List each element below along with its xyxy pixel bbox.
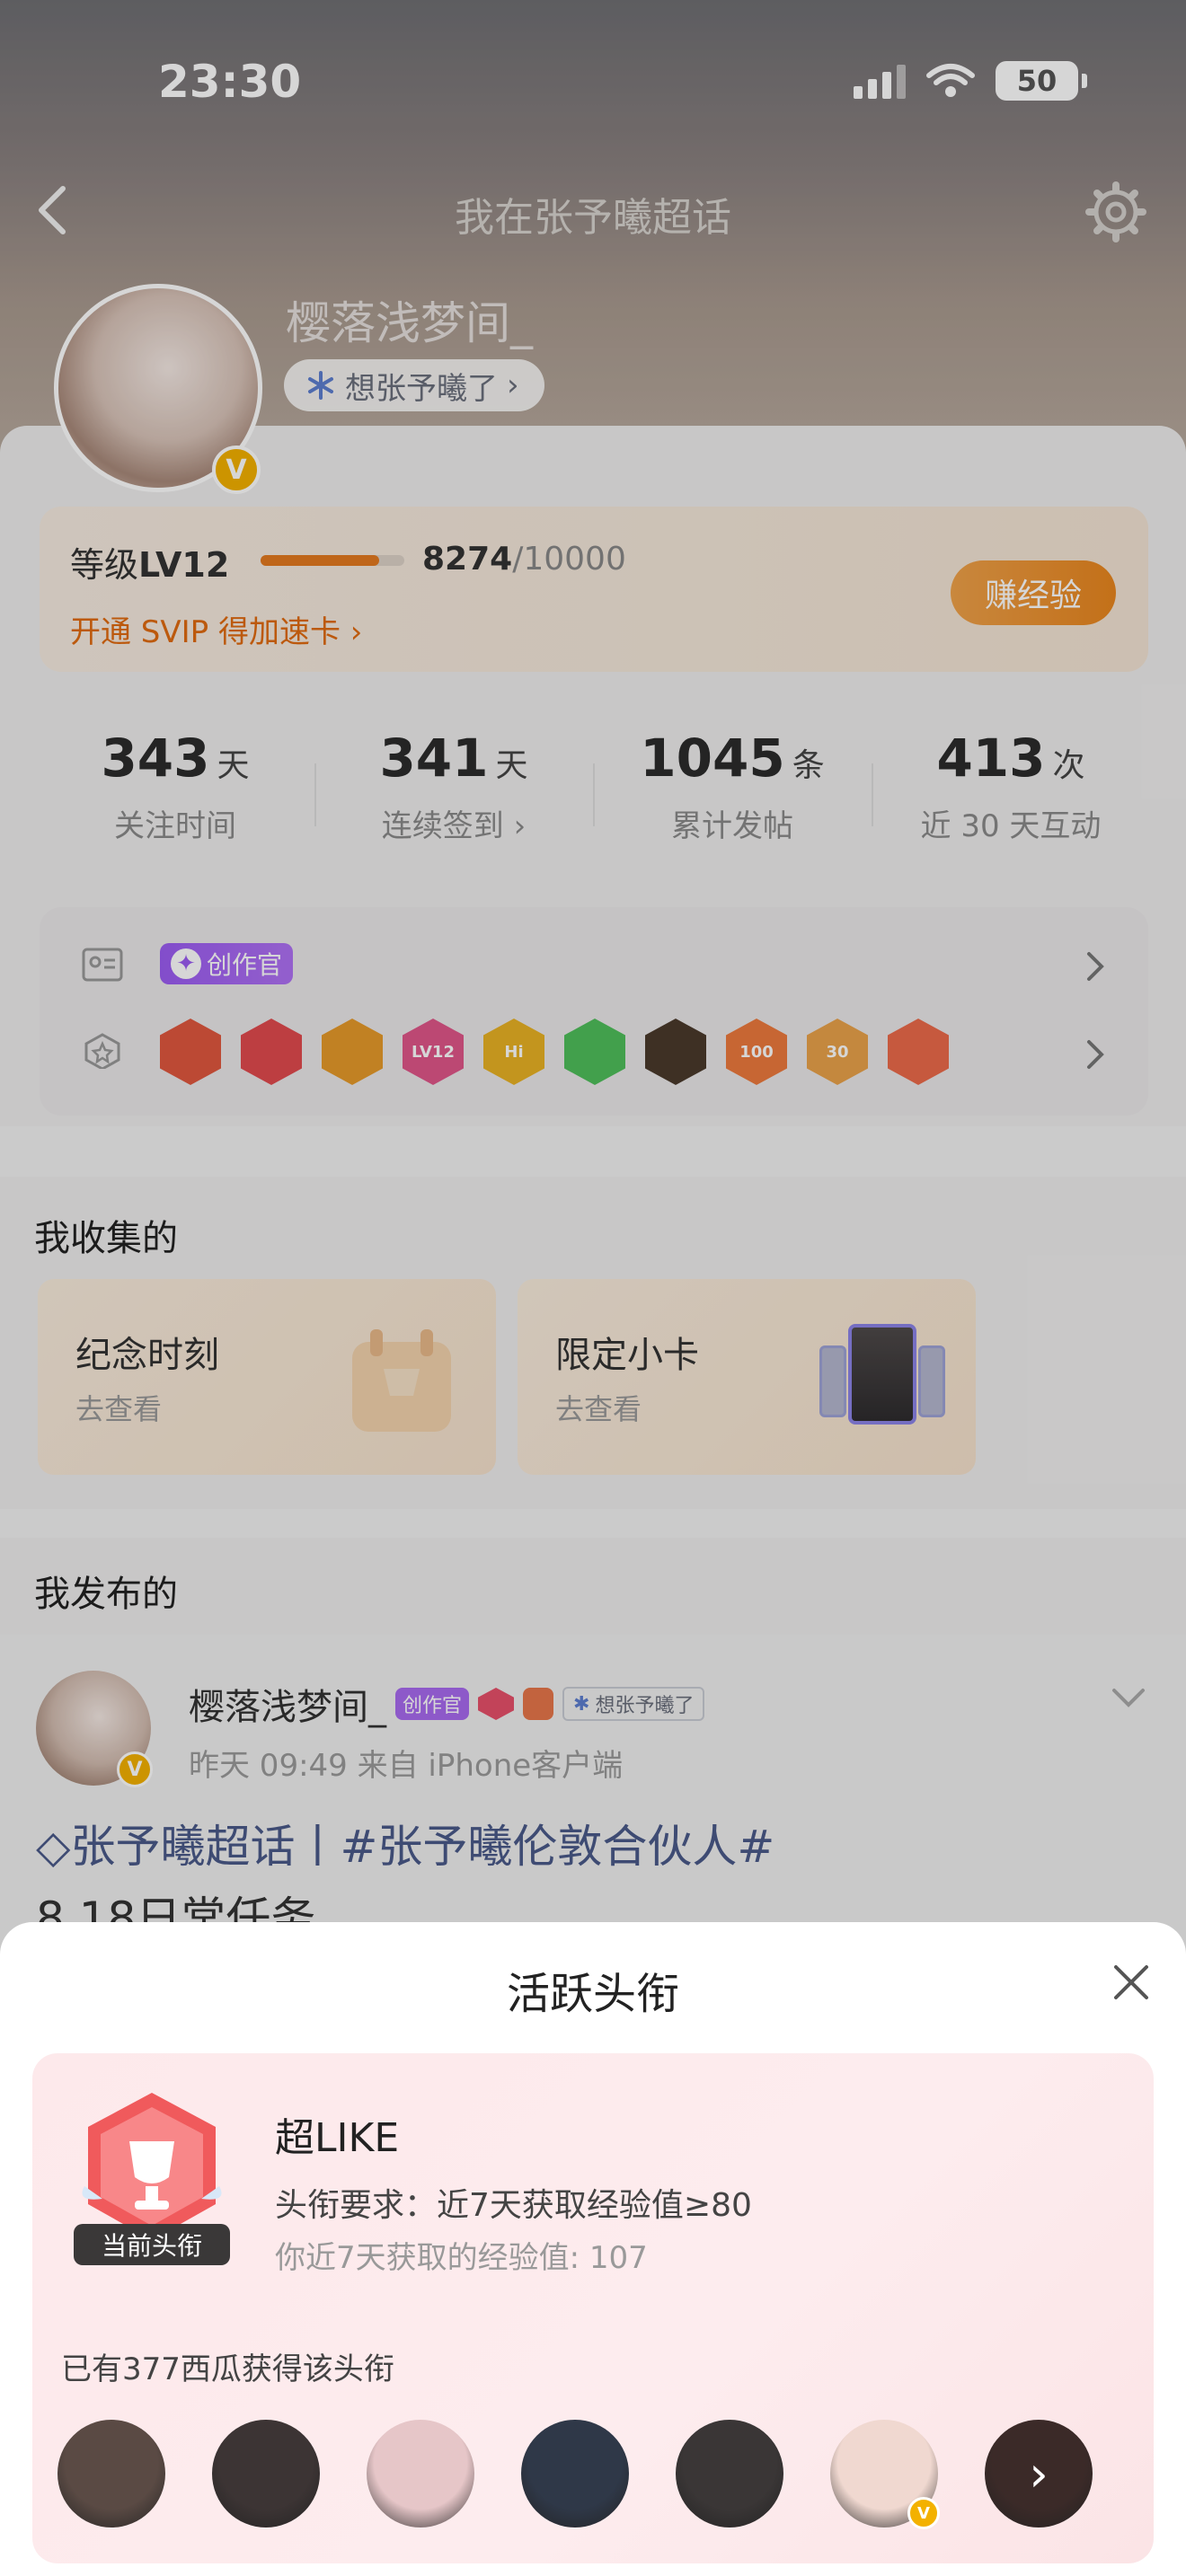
more-arrow-icon[interactable]: › [985, 2420, 1093, 2527]
holder-avatar[interactable] [676, 2420, 783, 2527]
current-title-label: 当前头衔 [74, 2224, 230, 2265]
sheet-title: 活跃头衔 [506, 1969, 679, 2019]
holder-avatar[interactable]: › [985, 2420, 1093, 2527]
holder-avatar[interactable] [212, 2420, 320, 2527]
holder-avatar[interactable] [58, 2420, 165, 2527]
award-requirement: 头衔要求：近7天获取经验值≥80 [275, 2187, 752, 2224]
award-my-exp: 你近7天获取的经验值: 107 [275, 2240, 648, 2276]
active-title-sheet: 活跃头衔 当前头衔 超LIKE 头衔要求：近7天获取经验值≥80 你近7天获取的… [0, 1922, 1186, 2576]
award-card: 当前头衔 超LIKE 头衔要求：近7天获取经验值≥80 你近7天获取的经验值: … [32, 2053, 1154, 2563]
holder-avatar[interactable] [367, 2420, 474, 2527]
app-screen: 23:30 50 我在张予曦超话 V 樱落浅梦间_ 想张予曦了 › 等级LV12… [0, 0, 1186, 2576]
holder-avatar[interactable] [521, 2420, 629, 2527]
holder-avatars[interactable]: V › [58, 2420, 1093, 2529]
holder-count: 已有377西瓜获得该头衔 [61, 2351, 394, 2387]
verified-badge-icon: V [907, 2497, 940, 2529]
holder-avatar[interactable]: V [830, 2420, 940, 2529]
close-icon[interactable] [1111, 1962, 1152, 2003]
award-name: 超LIKE [275, 2115, 400, 2161]
